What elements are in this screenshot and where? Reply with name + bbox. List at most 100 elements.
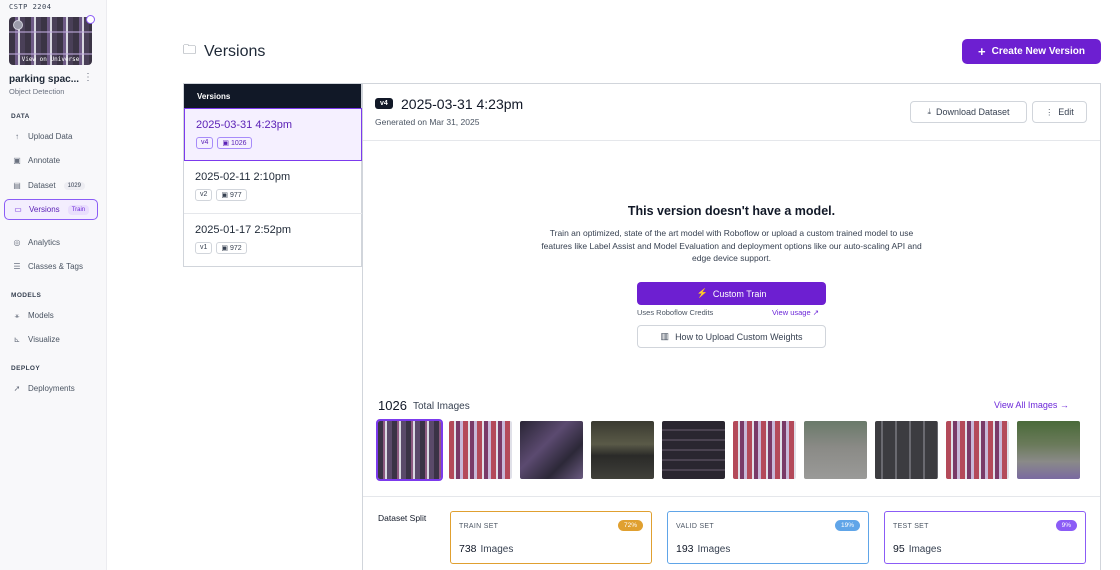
image-thumbnail[interactable]: [946, 421, 1009, 479]
version-date: 2025-01-17 2:52pm: [195, 224, 292, 236]
page-title-text: Versions: [204, 43, 266, 60]
image-preview-strip: [376, 419, 1080, 481]
create-button-label: Create New Version: [991, 46, 1085, 57]
status-indicator: [86, 15, 95, 24]
split-percent-badge: 9%: [1055, 520, 1077, 531]
versions-list-header: Versions: [184, 84, 361, 109]
annotate-icon: ▣: [13, 156, 21, 165]
sidebar-item-label: Classes & Tags: [28, 262, 83, 271]
image-thumbnail[interactable]: [733, 421, 796, 479]
version-date: 2025-03-31 4:23pm: [196, 119, 293, 131]
version-item[interactable]: 2025-03-31 4:23pm v4 ▣ 1026: [184, 108, 362, 161]
version-badge: v4: [196, 137, 214, 149]
image-thumbnail[interactable]: [1017, 421, 1080, 479]
sidebar-item-versions[interactable]: ▭ Versions Train: [4, 199, 98, 220]
folders-icon: ▭: [14, 205, 22, 214]
create-new-version-button[interactable]: + Create New Version: [962, 39, 1101, 64]
image-thumbnail[interactable]: [376, 419, 443, 481]
folders-icon: 🗀: [183, 42, 197, 57]
split-label: TRAIN SET: [459, 523, 499, 530]
lightning-icon: ⚡: [696, 288, 708, 298]
no-model-description: Train an optimized, state of the art mod…: [541, 228, 922, 263]
project-thumbnail[interactable]: View on Universe: [9, 17, 92, 65]
total-images-label: Total Images: [413, 401, 470, 412]
version-badge: v1: [195, 242, 213, 254]
image-thumbnail[interactable]: [591, 421, 654, 479]
no-model-title: This version doesn't have a model.: [627, 204, 836, 218]
split-count: 95 Images: [893, 543, 942, 555]
sidebar: CSTP 2204 View on Universe parking spac.…: [0, 0, 107, 570]
image-icon: ▣: [222, 140, 231, 147]
image-count: 972: [229, 245, 242, 252]
sidebar-item-upload-data[interactable]: ↑ Upload Data: [4, 126, 98, 147]
image-thumbnail[interactable]: [875, 421, 938, 479]
split-count: 738 Images: [459, 543, 514, 555]
sidebar-item-label: Annotate: [28, 156, 61, 165]
split-count: 193 Images: [676, 543, 731, 555]
image-icon: ▤: [13, 181, 21, 190]
versions-list: Versions 2025-03-31 4:23pm v4 ▣ 1026 202…: [183, 83, 362, 267]
section-deploy: DEPLOY: [11, 365, 41, 372]
list-icon: ☰: [13, 262, 21, 271]
sidebar-item-visualize[interactable]: ⊾ Visualize: [4, 329, 98, 350]
sidebar-item-label: Visualize: [28, 335, 60, 344]
split-percent-badge: 19%: [834, 520, 860, 531]
project-type: Object Detection: [9, 87, 65, 96]
more-options-icon[interactable]: ⋮: [83, 72, 93, 83]
chart-icon: ⊾: [13, 335, 21, 344]
section-data: DATA: [11, 113, 30, 120]
sidebar-item-annotate[interactable]: ▣ Annotate: [4, 150, 98, 171]
page-title: 🗀 Versions: [183, 41, 265, 63]
custom-train-button[interactable]: ⚡ Custom Train: [637, 282, 826, 305]
edit-button[interactable]: ⋮ Edit: [1032, 101, 1087, 123]
sidebar-item-deployments[interactable]: ➚ Deployments: [4, 378, 98, 399]
models-icon: ⚹: [14, 310, 20, 320]
train-badge: Train: [67, 204, 90, 215]
version-title: 2025-03-31 4:23pm: [401, 96, 524, 112]
image-count: 1026: [230, 140, 247, 147]
no-model-section: This version doesn't have a model. Train…: [363, 204, 1100, 265]
train-set-card: TRAIN SET 72% 738 Images: [450, 511, 652, 564]
sidebar-item-models[interactable]: ⚹ Models: [4, 305, 98, 326]
edit-button-label: Edit: [1058, 107, 1074, 117]
howto-button-label: How to Upload Custom Weights: [675, 331, 803, 342]
project-name[interactable]: parking spac...: [9, 74, 79, 85]
version-badge: v2: [195, 189, 213, 201]
sidebar-item-analytics[interactable]: ◎ Analytics: [4, 232, 98, 253]
rocket-icon: ➚: [13, 384, 21, 393]
view-usage-link[interactable]: View usage ↗: [772, 308, 819, 317]
sidebar-item-label: Upload Data: [28, 132, 73, 141]
sidebar-item-classes-tags[interactable]: ☰ Classes & Tags: [4, 256, 98, 277]
version-detail-header: v4 2025-03-31 4:23pm Generated on Mar 31…: [363, 84, 1100, 141]
view-all-images-link[interactable]: View All Images →: [994, 400, 1069, 410]
version-generated-date: Generated on Mar 31, 2025: [375, 117, 480, 127]
plus-icon: +: [978, 44, 986, 59]
version-item[interactable]: 2025-01-17 2:52pm v1 ▣ 972: [184, 214, 362, 267]
download-icon: ⤓: [927, 107, 931, 116]
version-item[interactable]: 2025-02-11 2:10pm v2 ▣ 977: [184, 161, 362, 214]
version-tag: v4: [375, 98, 393, 109]
image-thumbnail[interactable]: [804, 421, 867, 479]
upload-custom-weights-button[interactable]: ▥ How to Upload Custom Weights: [637, 325, 826, 348]
version-date: 2025-02-11 2:10pm: [195, 171, 291, 183]
test-set-card: TEST SET 9% 95 Images: [884, 511, 1086, 564]
view-on-universe-label[interactable]: View on Universe: [9, 56, 92, 63]
more-vertical-icon: ⋮: [1045, 107, 1054, 117]
download-dataset-button[interactable]: ⤓ Download Dataset: [910, 101, 1027, 123]
image-thumbnail[interactable]: [662, 421, 725, 479]
image-thumbnail[interactable]: [520, 421, 583, 479]
image-thumbnail[interactable]: [449, 421, 512, 479]
section-models: MODELS: [11, 292, 42, 299]
workspace-name: CSTP 2204: [9, 3, 52, 11]
image-count: 977: [229, 192, 242, 199]
valid-set-card: VALID SET 19% 193 Images: [667, 511, 869, 564]
split-label: TEST SET: [893, 523, 929, 530]
sidebar-item-label: Analytics: [28, 238, 61, 247]
download-button-label: Download Dataset: [936, 107, 1010, 117]
arrow-up-icon: ↑: [15, 132, 19, 141]
image-count-badge: ▣ 972: [216, 242, 247, 254]
divider: [363, 496, 1100, 497]
sidebar-item-label: Deployments: [28, 384, 75, 393]
sidebar-item-dataset[interactable]: ▤ Dataset 1029: [4, 175, 98, 196]
custom-train-label: Custom Train: [712, 288, 767, 299]
